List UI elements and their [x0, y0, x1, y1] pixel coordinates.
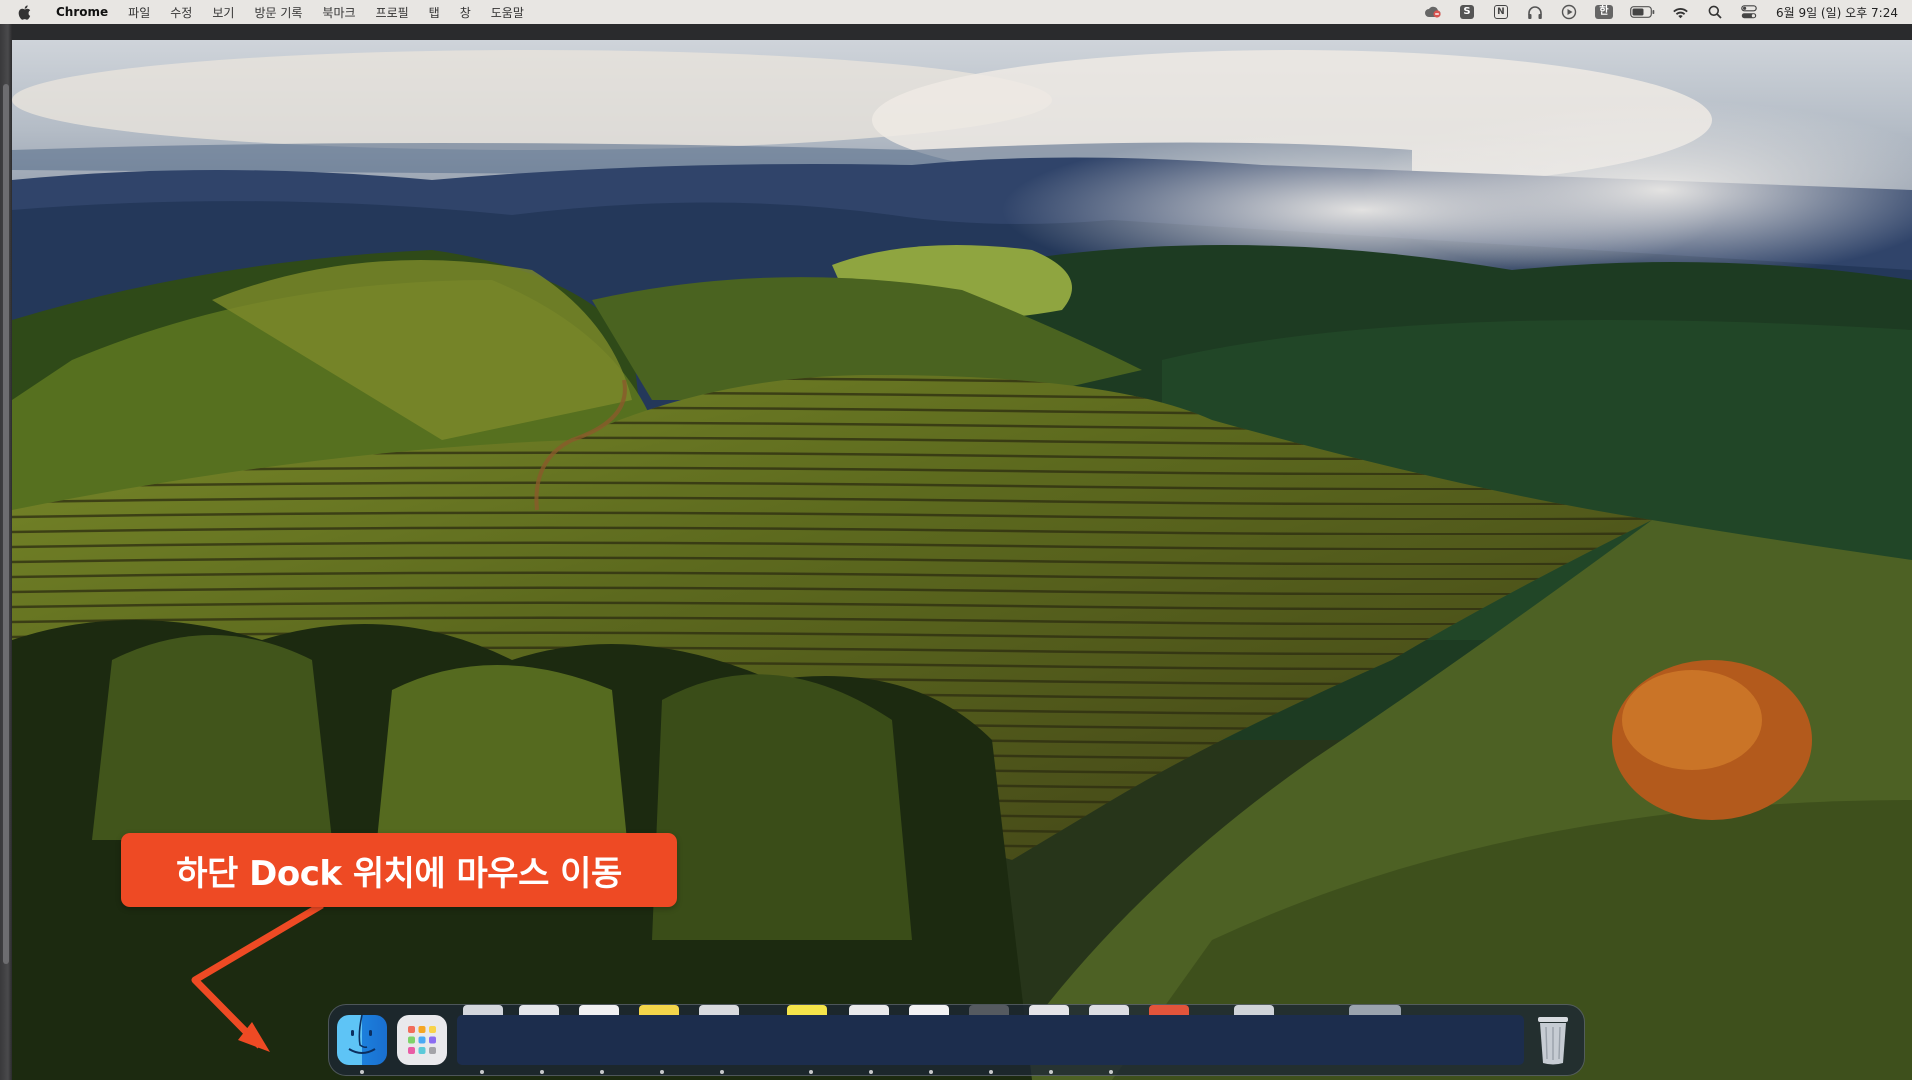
menu-profiles[interactable]: 프로필 [366, 4, 419, 21]
dock-redacted-apps [457, 1015, 1524, 1065]
menu-tab[interactable]: 탭 [419, 4, 450, 21]
window-scrollbar[interactable] [3, 84, 9, 964]
menu-bar: Chrome 파일 수정 보기 방문 기록 북마크 프로필 탭 창 도움말 S … [0, 0, 1912, 24]
dock-app-peek-5 [699, 1005, 739, 1015]
running-indicator [600, 1070, 604, 1074]
running-indicator [869, 1070, 873, 1074]
menu-app-name[interactable]: Chrome [46, 5, 118, 19]
creative-cloud-icon[interactable] [1424, 4, 1442, 20]
running-indicator [1109, 1070, 1113, 1074]
menu-edit[interactable]: 수정 [160, 4, 202, 21]
control-center-icon[interactable] [1740, 4, 1758, 20]
launchpad-icon[interactable] [397, 1015, 447, 1065]
running-indicator [1049, 1070, 1053, 1074]
running-indicator [809, 1070, 813, 1074]
running-indicator [989, 1070, 993, 1074]
menu-bookmarks[interactable]: 북마크 [312, 4, 365, 21]
dock-app-peek-2 [519, 1005, 559, 1015]
menu-view[interactable]: 보기 [202, 4, 244, 21]
running-indicator [720, 1070, 724, 1074]
dock-app-peek-4 [639, 1005, 679, 1015]
menubar-clock[interactable]: 6월 9일 (일) 오후 7:24 [1776, 4, 1898, 21]
dock-app-peek-6 [787, 1005, 827, 1015]
s-app-label: S [1459, 5, 1474, 19]
spotlight-search-icon[interactable] [1706, 4, 1724, 20]
dock-app-peek-11 [1089, 1005, 1129, 1015]
status-area: S N 한 6월 9일 (일) 오후 7:24 [1416, 0, 1912, 24]
menu-file[interactable]: 파일 [118, 4, 160, 21]
finder-running-indicator [360, 1070, 364, 1074]
instruction-callout: 하단 Dock 위치에 마우스 이동 [121, 833, 677, 907]
dock-app-peek-13 [1234, 1005, 1274, 1015]
play-icon[interactable] [1560, 4, 1578, 20]
wifi-icon[interactable] [1672, 4, 1690, 20]
dock-app-peek-14 [1349, 1005, 1401, 1015]
dock-app-peek-3 [579, 1005, 619, 1015]
desktop-wallpaper [12, 40, 1912, 1080]
dock-app-peek-1 [463, 1005, 503, 1015]
notion-icon[interactable]: N [1492, 4, 1510, 20]
s-app-icon[interactable]: S [1458, 4, 1476, 20]
notion-label: N [1493, 5, 1508, 19]
finder-icon[interactable] [337, 1014, 387, 1065]
wallpaper-landscape-image [12, 40, 1912, 1080]
running-indicator [540, 1070, 544, 1074]
dock-app-peek-12 [1149, 1005, 1189, 1015]
dock-app-peek-8 [909, 1005, 949, 1015]
dock [328, 1004, 1585, 1076]
menu-window[interactable]: 창 [450, 4, 481, 21]
running-indicator [480, 1070, 484, 1074]
dock-app-peek-9 [969, 1005, 1009, 1015]
headphones-icon[interactable] [1526, 4, 1544, 20]
dock-app-peek-7 [849, 1005, 889, 1015]
battery-icon[interactable] [1630, 4, 1656, 20]
menu-history[interactable]: 방문 기록 [244, 4, 312, 21]
running-indicator [660, 1070, 664, 1074]
menu-help[interactable]: 도움말 [481, 4, 534, 21]
background-window-edge [0, 24, 12, 1080]
input-source-icon[interactable]: 한 [1594, 4, 1614, 20]
trash-icon[interactable] [1533, 1011, 1573, 1067]
input-source-label: 한 [1594, 5, 1613, 19]
running-indicator [929, 1070, 933, 1074]
dock-app-peek-10 [1029, 1005, 1069, 1015]
apple-menu-icon[interactable] [16, 4, 32, 20]
